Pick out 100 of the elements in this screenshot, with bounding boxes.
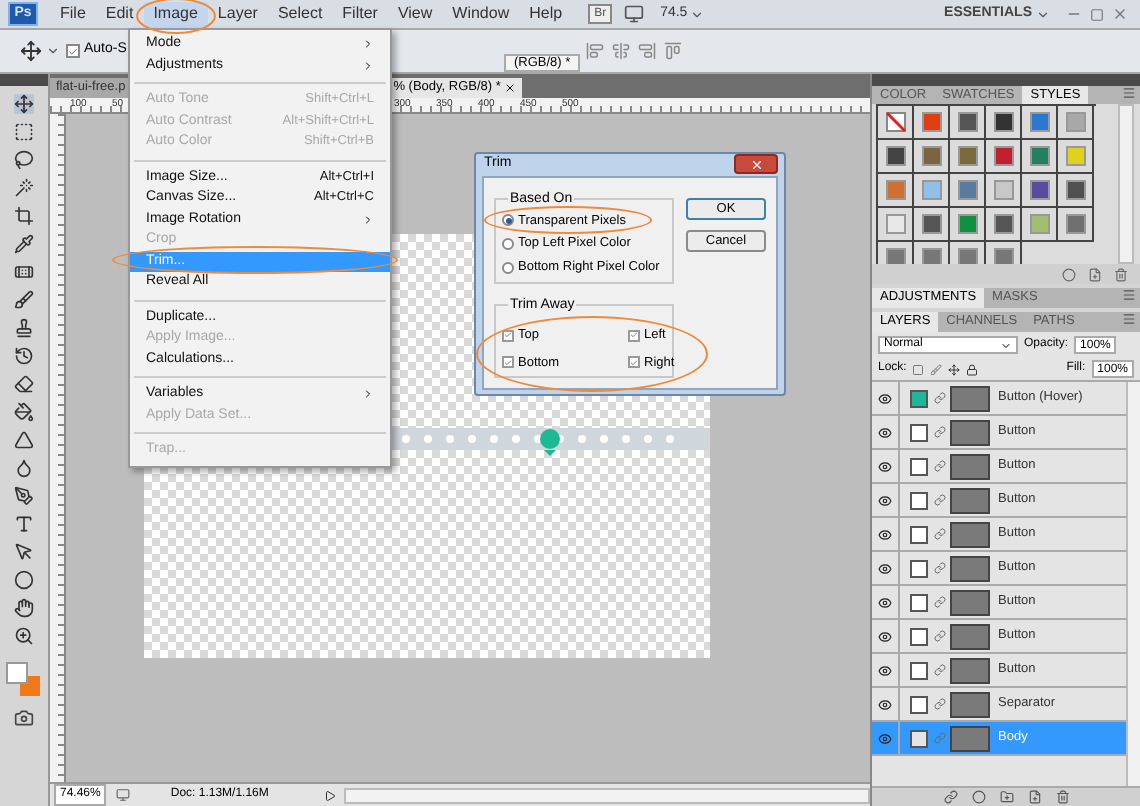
menu-item[interactable]: Select bbox=[267, 1, 333, 27]
style-swatch[interactable] bbox=[921, 146, 941, 166]
eye-icon[interactable] bbox=[878, 391, 892, 405]
marquee-icon[interactable] bbox=[14, 122, 34, 142]
fill-swatch[interactable] bbox=[910, 559, 928, 577]
style-swatch[interactable] bbox=[921, 248, 941, 264]
hand-icon[interactable] bbox=[14, 598, 34, 618]
eye-icon[interactable] bbox=[878, 425, 892, 439]
align-icon[interactable] bbox=[664, 42, 683, 60]
eye-icon[interactable] bbox=[878, 493, 892, 507]
eye-icon[interactable] bbox=[878, 527, 892, 541]
bandage-icon[interactable] bbox=[14, 262, 34, 282]
pointer-icon[interactable] bbox=[14, 542, 34, 562]
trash-icon[interactable] bbox=[1055, 790, 1069, 804]
checkbox[interactable] bbox=[502, 329, 514, 342]
caret-icon[interactable] bbox=[1036, 7, 1050, 21]
close-button[interactable] bbox=[734, 154, 778, 175]
menu-item[interactable]: Filter bbox=[332, 1, 388, 27]
lock-transparency-icon[interactable] bbox=[912, 363, 925, 375]
align-icon[interactable] bbox=[586, 42, 605, 60]
type-icon[interactable] bbox=[14, 514, 34, 534]
eye-icon[interactable] bbox=[878, 731, 892, 745]
menu-item[interactable]: Layer bbox=[207, 1, 268, 27]
adjustment-icon[interactable] bbox=[971, 790, 985, 804]
move-icon[interactable] bbox=[14, 94, 34, 114]
eye-icon[interactable] bbox=[878, 459, 892, 473]
wand-icon[interactable] bbox=[14, 178, 34, 198]
play-icon[interactable] bbox=[324, 789, 337, 801]
fill-swatch[interactable] bbox=[910, 525, 928, 543]
bucket-icon[interactable] bbox=[14, 402, 34, 422]
radio-button[interactable] bbox=[502, 214, 514, 227]
style-swatch[interactable] bbox=[957, 214, 977, 234]
panel-menu-icon[interactable] bbox=[1122, 312, 1136, 326]
align-icon[interactable] bbox=[612, 42, 631, 60]
lock-icon[interactable] bbox=[966, 363, 979, 375]
eraser-icon[interactable] bbox=[14, 374, 34, 394]
fill-swatch[interactable] bbox=[910, 729, 928, 747]
checkbox[interactable] bbox=[628, 356, 640, 369]
fill-swatch[interactable] bbox=[910, 661, 928, 679]
style-swatch[interactable] bbox=[957, 248, 977, 264]
eyedropper-icon[interactable] bbox=[14, 234, 34, 254]
style-swatch[interactable] bbox=[1065, 146, 1085, 166]
history-icon[interactable] bbox=[14, 346, 34, 366]
menu-item[interactable]: Window bbox=[442, 1, 520, 27]
trash-icon[interactable] bbox=[1114, 267, 1128, 281]
menu-item[interactable]: View bbox=[387, 1, 443, 27]
preview-icon[interactable] bbox=[116, 788, 131, 802]
fill-swatch[interactable] bbox=[910, 389, 928, 407]
new-style-icon[interactable] bbox=[1088, 267, 1102, 281]
eye-icon[interactable] bbox=[878, 663, 892, 677]
style-swatch[interactable] bbox=[885, 214, 905, 234]
style-swatch[interactable] bbox=[1029, 214, 1049, 234]
radio-button[interactable] bbox=[502, 261, 514, 274]
style-swatch[interactable] bbox=[1029, 112, 1049, 132]
style-swatch[interactable] bbox=[1029, 180, 1049, 200]
style-swatch[interactable] bbox=[921, 214, 941, 234]
ellipse-icon[interactable] bbox=[14, 570, 34, 590]
fill-swatch[interactable] bbox=[910, 627, 928, 645]
lasso-icon[interactable] bbox=[14, 150, 34, 170]
align-icon[interactable] bbox=[638, 42, 657, 60]
caret-icon[interactable] bbox=[689, 7, 704, 21]
clear-style-icon[interactable] bbox=[1062, 267, 1076, 281]
move-icon[interactable] bbox=[20, 40, 42, 62]
quick-mask-icon[interactable] bbox=[14, 708, 34, 728]
vertical-scrollbar[interactable] bbox=[1126, 382, 1140, 786]
eye-icon[interactable] bbox=[878, 561, 892, 575]
no-style-icon[interactable] bbox=[885, 112, 905, 132]
vertical-scrollbar[interactable] bbox=[1118, 104, 1134, 264]
style-swatch[interactable] bbox=[993, 248, 1013, 264]
style-swatch[interactable] bbox=[1065, 180, 1085, 200]
fill-swatch[interactable] bbox=[910, 457, 928, 475]
panel-menu-icon[interactable] bbox=[1122, 288, 1136, 302]
style-swatch[interactable] bbox=[957, 180, 977, 200]
caret-icon[interactable] bbox=[46, 44, 60, 58]
fill-swatch[interactable] bbox=[910, 593, 928, 611]
stamp-icon[interactable] bbox=[14, 318, 34, 338]
eye-icon[interactable] bbox=[878, 697, 892, 711]
style-swatch[interactable] bbox=[885, 248, 905, 264]
menu-item[interactable]: Edit bbox=[95, 1, 144, 27]
zoom-icon[interactable] bbox=[14, 626, 34, 646]
pen-icon[interactable] bbox=[14, 486, 34, 506]
lock-position-icon[interactable] bbox=[948, 363, 961, 375]
style-swatch[interactable] bbox=[1065, 112, 1085, 132]
menu-item[interactable]: Help bbox=[519, 1, 573, 27]
droplet-icon[interactable] bbox=[14, 458, 34, 478]
style-swatch[interactable] bbox=[1029, 146, 1049, 166]
new-layer-icon[interactable] bbox=[1027, 790, 1041, 804]
radio-button[interactable] bbox=[502, 238, 514, 251]
triangle-icon[interactable] bbox=[14, 430, 34, 450]
style-swatch[interactable] bbox=[1065, 214, 1085, 234]
panel-menu-icon[interactable] bbox=[1122, 86, 1136, 100]
style-swatch[interactable] bbox=[921, 180, 941, 200]
style-swatch[interactable] bbox=[993, 214, 1013, 234]
style-swatch[interactable] bbox=[993, 112, 1013, 132]
link-icon[interactable] bbox=[943, 790, 957, 804]
fill-swatch[interactable] bbox=[910, 491, 928, 509]
brush-icon[interactable] bbox=[14, 290, 34, 310]
eye-icon[interactable] bbox=[878, 629, 892, 643]
horizontal-scrollbar[interactable] bbox=[344, 787, 870, 803]
style-swatch[interactable] bbox=[993, 146, 1013, 166]
